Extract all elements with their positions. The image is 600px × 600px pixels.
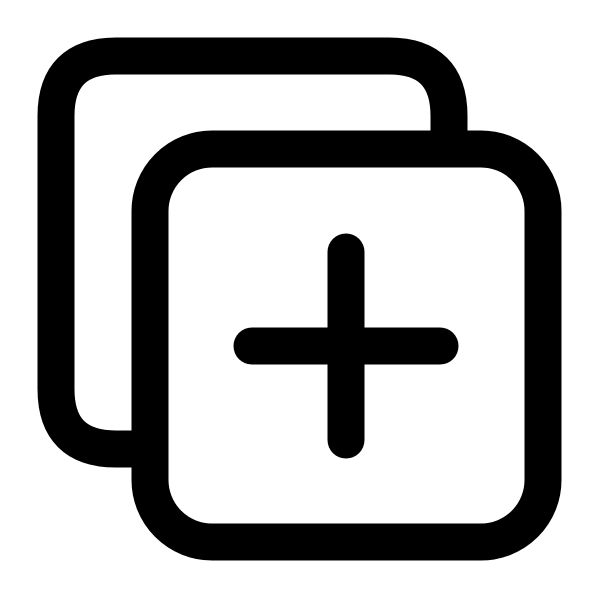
icon-canvas: [0, 0, 600, 600]
duplicate-add-icon: [37, 37, 562, 561]
